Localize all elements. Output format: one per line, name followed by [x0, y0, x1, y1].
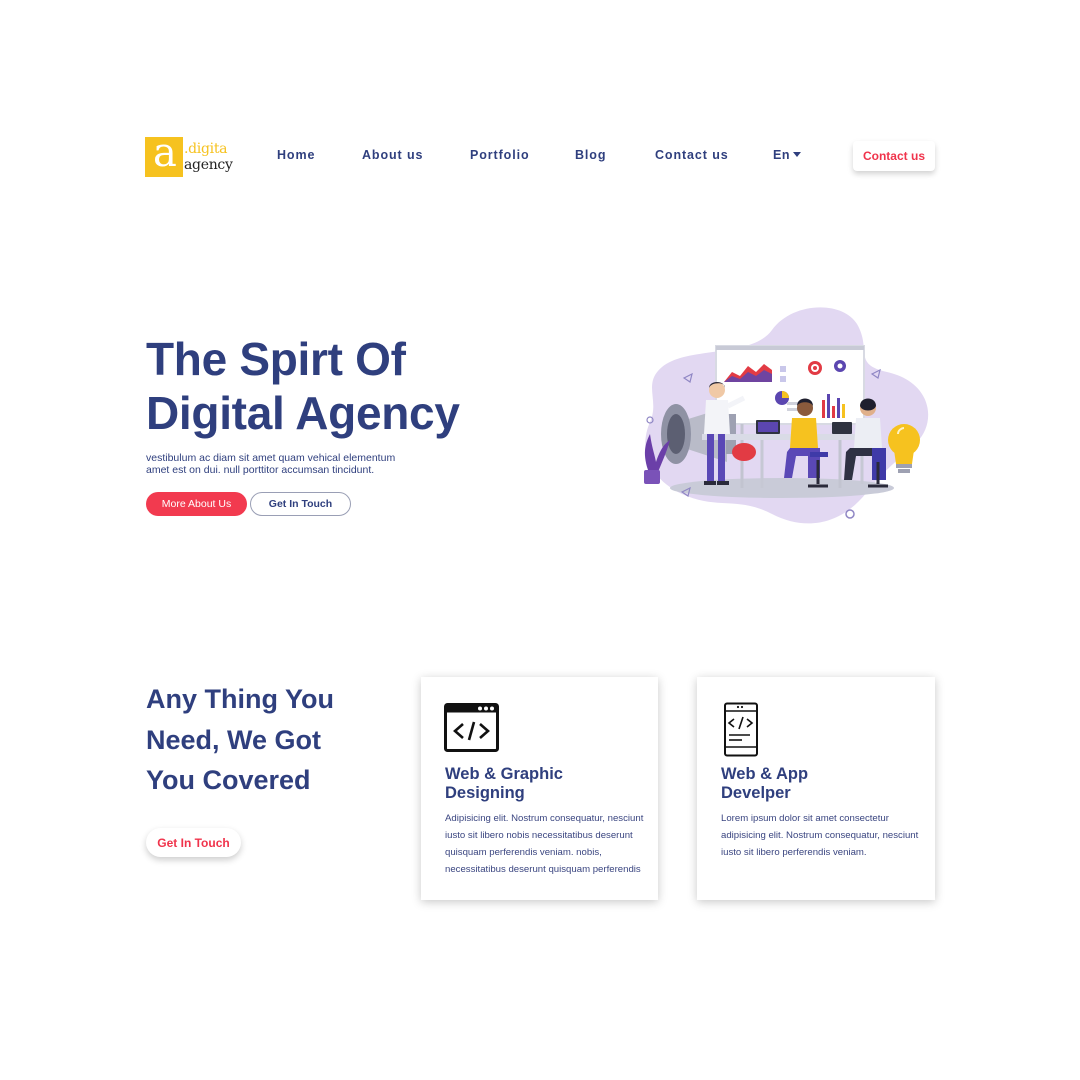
caret-down-icon [792, 152, 801, 157]
team-meeting-illustration [644, 307, 929, 524]
logo-text-line2: agency [184, 157, 233, 173]
services-title: Any Thing You Need, We Got You Covered [146, 679, 334, 801]
card-title: Web & Graphic Designing [445, 765, 563, 802]
card-body: Adipisicing elit. Nostrum consequatur, n… [445, 813, 644, 875]
services-title-line1: Any Thing You [146, 684, 334, 714]
nav-home[interactable]: Home [277, 148, 315, 162]
nav-contact-us[interactable]: Contact us [655, 148, 729, 162]
service-card-web-app[interactable]: Web & App Develper Lorem ipsum dolor sit… [697, 677, 935, 900]
hero-description: vestibulum ac diam sit amet quam vehical… [146, 452, 396, 476]
nav-about-us[interactable]: About us [362, 148, 423, 162]
services-title-line2: Need, We Got [146, 724, 322, 755]
service-card-web-graphic[interactable]: Web & Graphic Designing Adipisicing elit… [421, 677, 658, 900]
hero-get-in-touch-button[interactable]: Get In Touch [250, 492, 351, 516]
nav-portfolio[interactable]: Portfolio [470, 148, 529, 162]
nav-blog[interactable]: Blog [575, 148, 606, 162]
hero-title-line1: The Spirt Of [146, 333, 406, 385]
hero-title-line2: Digital Agency [146, 387, 460, 439]
logo-text-line1: .digita [184, 141, 228, 157]
browser-code-icon [444, 703, 499, 752]
hero-title: The Spirt Of Digital Agency [146, 332, 460, 440]
contact-us-button[interactable]: Contact us [853, 141, 935, 171]
card-body: Lorem ipsum dolor sit amet consectetur a… [721, 813, 919, 858]
logo[interactable]: a .digita agency [145, 133, 233, 179]
mobile-code-icon [724, 702, 758, 757]
language-selector[interactable]: En [773, 148, 801, 162]
logo-mark: a [145, 133, 183, 177]
more-about-us-button[interactable]: More About Us [146, 492, 247, 516]
card-title: Web & App Develper [721, 765, 809, 802]
services-title-line3: You Covered [146, 765, 311, 795]
services-get-in-touch-button[interactable]: Get In Touch [146, 828, 241, 857]
language-label: En [773, 148, 790, 162]
